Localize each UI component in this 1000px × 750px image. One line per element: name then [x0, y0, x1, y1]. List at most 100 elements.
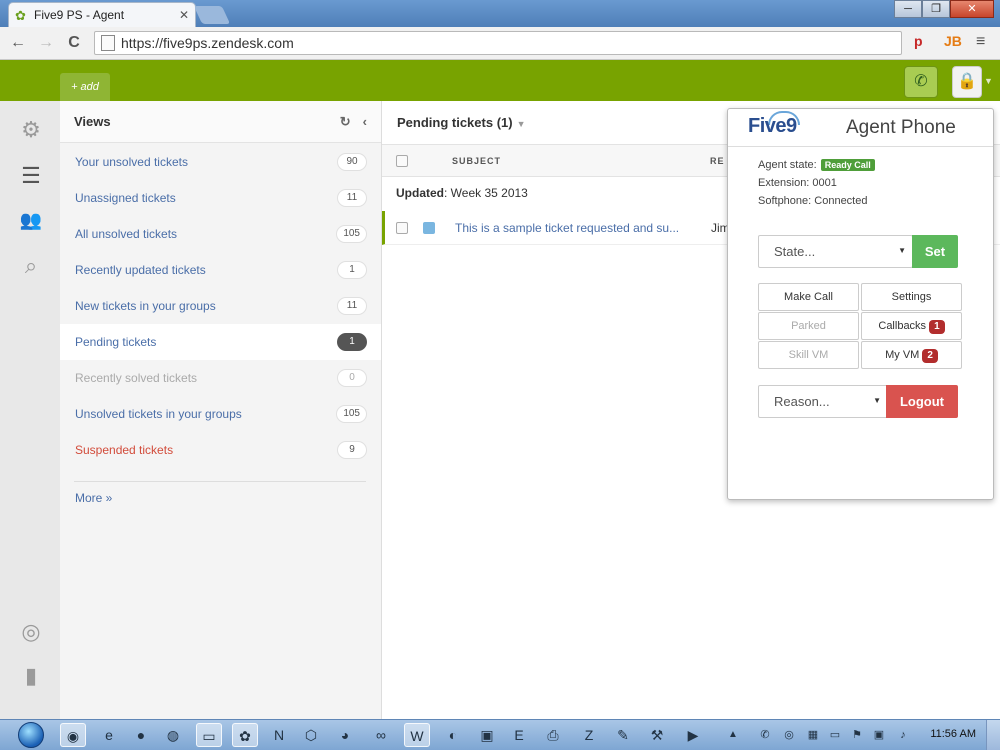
- view-item-recently-solved[interactable]: Recently solved tickets 0: [60, 360, 381, 396]
- callbacks-count-badge: 1: [929, 320, 945, 334]
- search-icon[interactable]: ⌕: [18, 253, 44, 279]
- view-item-your-unsolved[interactable]: Your unsolved tickets 90: [60, 144, 381, 180]
- earth-taskbar-icon[interactable]: ◐: [440, 723, 466, 747]
- editor-taskbar-icon[interactable]: E: [506, 723, 532, 747]
- onenote-taskbar-icon[interactable]: N: [266, 723, 292, 747]
- reload-button[interactable]: C: [64, 33, 84, 53]
- firefox-taskbar-icon[interactable]: ●: [128, 723, 154, 747]
- column-header-requester[interactable]: RE: [710, 156, 725, 166]
- my-vm-button[interactable]: My VM 2: [861, 341, 962, 369]
- more-views-link[interactable]: More »: [75, 491, 112, 505]
- users-icon[interactable]: 👥: [18, 207, 44, 233]
- page-icon: [101, 35, 115, 51]
- ie-taskbar-icon[interactable]: e: [96, 723, 122, 747]
- start-button[interactable]: [6, 720, 50, 750]
- new-tab-button[interactable]: [193, 6, 231, 24]
- tab-title: Five9 PS - Agent: [34, 8, 125, 22]
- group-value: : Week 35 2013: [444, 186, 528, 200]
- view-count: 105: [336, 225, 367, 243]
- terminal-taskbar-icon[interactable]: ▣: [474, 723, 500, 747]
- group-label: Updated: [396, 186, 444, 200]
- tab-close-icon[interactable]: ✕: [179, 8, 189, 22]
- extension-text: Extension: 0001: [758, 177, 837, 189]
- view-label: All unsolved tickets: [75, 227, 178, 241]
- pinterest-extension-icon[interactable]: p: [914, 33, 923, 49]
- printer-taskbar-icon[interactable]: ⎙: [540, 723, 566, 747]
- select-all-checkbox[interactable]: [396, 155, 408, 167]
- browser-tab[interactable]: ✿ Five9 PS - Agent ✕: [8, 2, 196, 27]
- refresh-icon[interactable]: ↻: [340, 114, 351, 130]
- view-item-recently-updated[interactable]: Recently updated tickets 1: [60, 252, 381, 288]
- minimize-button[interactable]: ─: [894, 0, 922, 18]
- globe-icon[interactable]: ◎: [18, 619, 44, 645]
- tray-network-icon[interactable]: ◎: [776, 723, 802, 747]
- chrome-taskbar-icon[interactable]: ◉: [60, 723, 86, 747]
- bar-chart-icon[interactable]: ▮: [18, 663, 44, 689]
- agent-state-label: Agent state:: [758, 159, 817, 171]
- phone-icon[interactable]: ✆: [904, 66, 938, 98]
- ticket-list-title-text: Pending tickets (1): [397, 115, 513, 130]
- ticket-list-title[interactable]: Pending tickets (1) ▼: [397, 115, 526, 130]
- filezilla-taskbar-icon[interactable]: Z: [576, 723, 602, 747]
- address-bar[interactable]: https://five9ps.zendesk.com: [94, 31, 902, 55]
- set-state-button[interactable]: Set: [912, 235, 958, 268]
- shield-taskbar-icon[interactable]: ⬡: [298, 723, 324, 747]
- skill-vm-button[interactable]: Skill VM: [758, 341, 859, 369]
- tray-phone-icon[interactable]: ✆: [752, 723, 778, 747]
- view-count: 9: [337, 441, 367, 459]
- back-button[interactable]: ←: [8, 33, 28, 53]
- ticket-subject[interactable]: This is a sample ticket requested and su…: [455, 221, 679, 235]
- collapse-icon[interactable]: ‹: [363, 114, 367, 129]
- settings-button[interactable]: Settings: [861, 283, 962, 311]
- divider: [74, 481, 366, 482]
- media-taskbar-icon[interactable]: ▶: [680, 723, 706, 747]
- make-call-button[interactable]: Make Call: [758, 283, 859, 311]
- maximize-button[interactable]: ❐: [922, 0, 950, 18]
- folder-taskbar-icon[interactable]: ▭: [196, 723, 222, 747]
- zendesk-favicon-icon: ✿: [15, 7, 26, 23]
- my-vm-label: My VM: [885, 349, 920, 361]
- lock-icon[interactable]: 🔒: [952, 66, 982, 98]
- row-checkbox[interactable]: [396, 222, 408, 234]
- notepad-taskbar-icon[interactable]: ✎: [610, 723, 636, 747]
- view-item-unsolved-in-groups[interactable]: Unsolved tickets in your groups 105: [60, 396, 381, 432]
- state-select-value: State...: [774, 244, 816, 259]
- show-desktop-button[interactable]: [986, 720, 1000, 750]
- infinity-taskbar-icon[interactable]: ∞: [368, 723, 394, 747]
- tray-monitor-icon[interactable]: ▣: [866, 723, 892, 747]
- view-item-unassigned[interactable]: Unassigned tickets 11: [60, 180, 381, 216]
- network-taskbar-icon[interactable]: ◍: [160, 723, 186, 747]
- view-item-new-in-groups[interactable]: New tickets in your groups 11: [60, 288, 381, 324]
- word-taskbar-icon[interactable]: W: [404, 723, 430, 747]
- list-icon[interactable]: ☰: [18, 163, 44, 189]
- view-item-pending[interactable]: Pending tickets 1: [60, 324, 381, 360]
- callbacks-button[interactable]: Callbacks 1: [861, 312, 962, 340]
- parked-button[interactable]: Parked: [758, 312, 859, 340]
- reason-select[interactable]: Reason... ▼: [758, 385, 888, 418]
- close-window-button[interactable]: ✕: [950, 0, 994, 18]
- app-taskbar-icon[interactable]: ✿: [232, 723, 258, 747]
- tools-taskbar-icon[interactable]: ⚒: [644, 723, 670, 747]
- globe-taskbar-icon[interactable]: ◕: [332, 723, 358, 747]
- tray-expand-icon[interactable]: ▲: [720, 723, 746, 747]
- views-header: Views ↻ ‹: [60, 101, 381, 143]
- taskbar-clock[interactable]: 11:56 AM: [930, 728, 976, 740]
- tray-volume-icon[interactable]: ♪: [890, 723, 916, 747]
- state-select[interactable]: State... ▼: [758, 235, 913, 268]
- view-item-all-unsolved[interactable]: All unsolved tickets 105: [60, 216, 381, 252]
- windows-start-icon: [18, 722, 44, 748]
- chevron-down-icon[interactable]: ▼: [984, 76, 993, 86]
- add-button[interactable]: + add: [60, 73, 110, 101]
- gear-icon[interactable]: ⚙: [18, 117, 44, 143]
- five9-logo: Five9: [748, 115, 797, 137]
- jb-extension-icon[interactable]: JB: [944, 33, 962, 49]
- logout-button[interactable]: Logout: [886, 385, 958, 418]
- left-nav-rail: ⚙ ☰ 👥 ⌕ ◎ ▮: [0, 101, 60, 719]
- view-label: New tickets in your groups: [75, 299, 216, 313]
- view-item-suspended[interactable]: Suspended tickets 9: [60, 432, 381, 468]
- my-vm-count-badge: 2: [922, 349, 938, 363]
- column-header-subject[interactable]: SUBJECT: [452, 156, 501, 166]
- forward-button[interactable]: →: [36, 33, 56, 53]
- browser-menu-icon[interactable]: ≡: [976, 33, 985, 51]
- browser-toolbar: ← → C https://five9ps.zendesk.com p JB ≡: [0, 27, 1000, 60]
